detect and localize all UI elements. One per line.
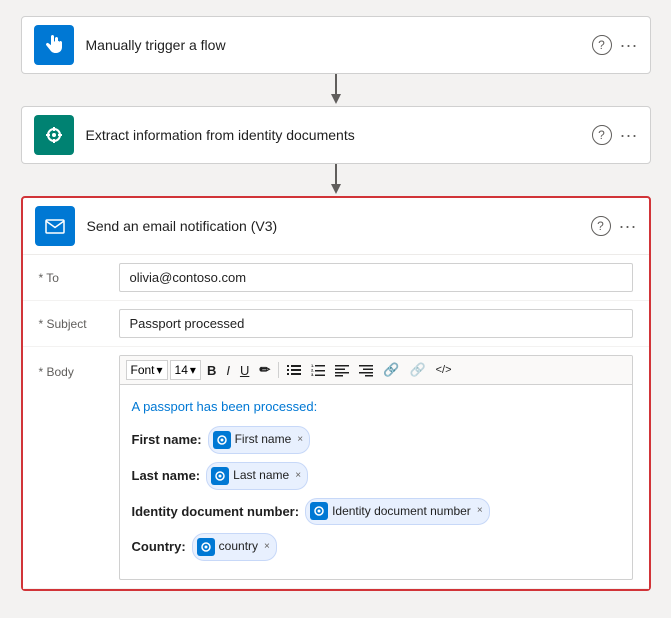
align-right-icon xyxy=(359,363,373,377)
trigger-card-header: Manually trigger a flow ? ··· xyxy=(22,17,650,73)
link-btn[interactable]: 🔗 xyxy=(379,360,403,380)
toolbar-divider-1 xyxy=(278,362,279,378)
editor-toolbar: Font ▾ 14 ▾ B I U ✏ xyxy=(120,356,632,385)
country-tag[interactable]: country × xyxy=(192,533,277,561)
first-name-field-label: First name: xyxy=(132,428,202,451)
email-card-header: Send an email notification (V3) ? ··· xyxy=(23,198,649,255)
font-select-wrapper[interactable]: Font ▾ xyxy=(126,360,168,380)
first-name-tag-text: First name xyxy=(235,429,292,451)
align-left-icon xyxy=(335,363,349,377)
trigger-more-icon[interactable]: ··· xyxy=(620,35,638,56)
font-label: Font xyxy=(131,363,155,377)
field-row-firstname: First name: First name × xyxy=(132,426,620,454)
last-name-tag-icon xyxy=(211,467,229,485)
email-card: Send an email notification (V3) ? ··· * … xyxy=(21,196,651,591)
code-btn[interactable]: </> xyxy=(432,362,456,378)
subject-label: * Subject xyxy=(39,309,119,331)
to-label: * To xyxy=(39,263,119,285)
body-row: * Body Font ▾ 14 ▾ B I U xyxy=(23,347,649,589)
country-field-label: Country: xyxy=(132,535,186,558)
size-label: 14 xyxy=(175,363,188,377)
doc-number-tag-close[interactable]: × xyxy=(477,502,483,520)
editor-intro: A passport has been processed: xyxy=(132,395,620,418)
numbered-list-btn[interactable]: 1. 2. 3. xyxy=(307,361,329,379)
extract-card: Extract information from identity docume… xyxy=(21,106,651,164)
trigger-card-title: Manually trigger a flow xyxy=(86,37,592,53)
extract-svg xyxy=(42,123,66,147)
body-label: * Body xyxy=(39,355,119,379)
to-row: * To xyxy=(23,255,649,301)
hand-svg xyxy=(42,33,66,57)
subject-input[interactable] xyxy=(119,309,633,338)
pencil-btn[interactable]: ✏ xyxy=(255,360,274,380)
doc-number-tag-text: Identity document number xyxy=(332,501,471,523)
last-name-tag[interactable]: Last name × xyxy=(206,462,308,490)
field-row-country: Country: country × xyxy=(132,533,620,561)
country-tag-close[interactable]: × xyxy=(264,538,270,556)
arrow-1 xyxy=(328,74,344,106)
extract-more-icon[interactable]: ··· xyxy=(620,125,638,146)
extract-card-title: Extract information from identity docume… xyxy=(86,127,592,143)
to-input[interactable] xyxy=(119,263,633,292)
tag-icon-svg xyxy=(216,434,228,446)
font-chevron: ▾ xyxy=(157,363,163,377)
svg-text:3.: 3. xyxy=(311,372,314,377)
email-more-icon[interactable]: ··· xyxy=(619,216,637,237)
extract-icon xyxy=(34,115,74,155)
country-tag-text: country xyxy=(219,536,258,558)
trigger-help-icon[interactable]: ? xyxy=(592,35,612,55)
email-icon xyxy=(35,206,75,246)
tag-icon-svg-2 xyxy=(214,470,226,482)
last-name-field-label: Last name: xyxy=(132,464,201,487)
extract-card-header: Extract information from identity docume… xyxy=(22,107,650,163)
unlink-btn[interactable]: 🔗 xyxy=(405,360,429,380)
bullet-list-btn[interactable] xyxy=(283,361,305,379)
bold-btn[interactable]: B xyxy=(203,361,220,380)
underline-btn[interactable]: U xyxy=(236,361,253,380)
first-name-tag-icon xyxy=(213,431,231,449)
extract-card-actions: ? ··· xyxy=(592,125,638,146)
email-help-icon[interactable]: ? xyxy=(591,216,611,236)
align-left-btn[interactable] xyxy=(331,361,353,379)
country-tag-icon xyxy=(197,538,215,556)
arrow-2 xyxy=(328,164,344,196)
doc-number-tag[interactable]: Identity document number × xyxy=(305,498,490,526)
tag-icon-svg-3 xyxy=(313,505,325,517)
doc-number-tag-icon xyxy=(310,502,328,520)
trigger-icon xyxy=(34,25,74,65)
size-chevron: ▾ xyxy=(190,363,196,377)
extract-help-icon[interactable]: ? xyxy=(592,125,612,145)
first-name-tag[interactable]: First name × xyxy=(208,426,311,454)
editor-content[interactable]: A passport has been processed: First nam… xyxy=(120,385,632,579)
last-name-tag-text: Last name xyxy=(233,465,289,487)
field-row-docnumber: Identity document number: Identity docum… xyxy=(132,498,620,526)
email-card-actions: ? ··· xyxy=(591,216,637,237)
italic-btn[interactable]: I xyxy=(222,361,234,380)
doc-number-field-label: Identity document number: xyxy=(132,500,300,523)
down-arrow-2 xyxy=(328,164,344,196)
align-right-btn[interactable] xyxy=(355,361,377,379)
flow-container: Manually trigger a flow ? ··· xyxy=(16,16,655,591)
numbered-list-icon: 1. 2. 3. xyxy=(311,363,325,377)
down-arrow-1 xyxy=(328,74,344,106)
body-editor: Font ▾ 14 ▾ B I U ✏ xyxy=(119,355,633,580)
email-form-body: * To * Subject * Body Font ▾ xyxy=(23,255,649,589)
bullet-list-icon xyxy=(287,363,301,377)
first-name-tag-close[interactable]: × xyxy=(297,431,303,449)
email-svg xyxy=(43,214,67,238)
email-card-title: Send an email notification (V3) xyxy=(87,218,591,234)
trigger-card-actions: ? ··· xyxy=(592,35,638,56)
trigger-card: Manually trigger a flow ? ··· xyxy=(21,16,651,74)
tag-icon-svg-4 xyxy=(200,541,212,553)
size-select-wrapper[interactable]: 14 ▾ xyxy=(170,360,201,380)
field-row-lastname: Last name: Last name × xyxy=(132,462,620,490)
last-name-tag-close[interactable]: × xyxy=(295,467,301,485)
subject-row: * Subject xyxy=(23,301,649,347)
